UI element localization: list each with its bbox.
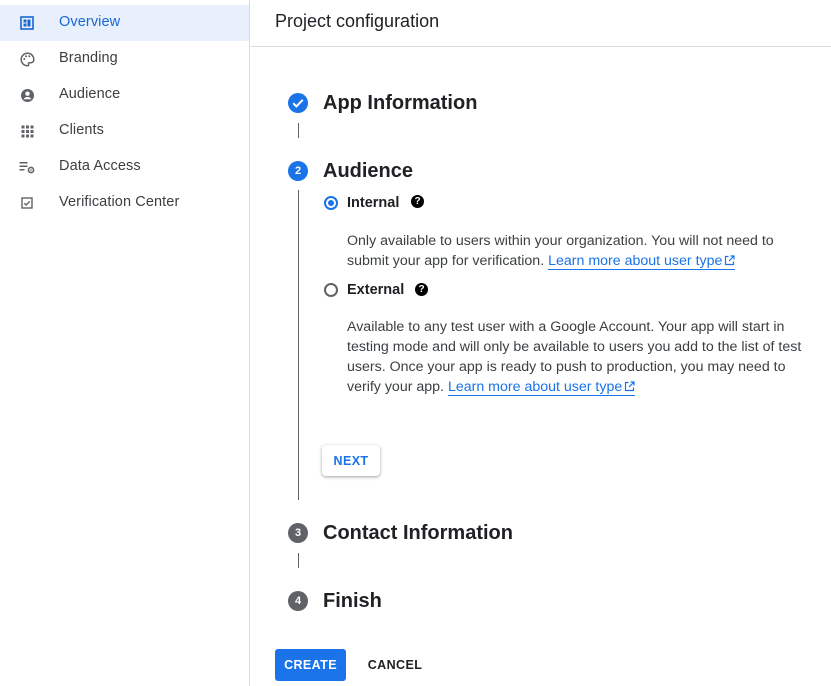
sidebar-item-verification-center[interactable]: Verification Center	[0, 185, 249, 221]
step-title-contact-information[interactable]: Contact Information	[323, 522, 513, 545]
radio-external[interactable]	[324, 283, 338, 297]
step-number-badge: 4	[288, 591, 308, 611]
dashboard-icon	[19, 15, 35, 31]
help-icon[interactable]: ?	[411, 195, 424, 208]
sidebar-item-label: Data Access	[59, 158, 141, 174]
sidebar-item-label: Verification Center	[59, 194, 180, 210]
sidebar: Overview Branding Audience Clients Data …	[0, 0, 250, 686]
step-connector	[298, 190, 299, 500]
check-box-icon	[19, 195, 35, 211]
sidebar-item-label: Branding	[59, 50, 118, 66]
learn-more-link[interactable]: Learn more about user type	[447, 379, 636, 396]
open-in-new-icon	[625, 381, 635, 392]
step-title-audience: Audience	[323, 160, 414, 182]
internal-description: Only available to users within your orga…	[347, 231, 817, 271]
sidebar-item-label: Audience	[59, 86, 121, 102]
page-title: Project configuration	[275, 11, 440, 31]
check-circle-icon	[288, 93, 308, 113]
step-connector	[298, 123, 299, 138]
sidebar-item-overview[interactable]: Overview	[0, 5, 249, 41]
radio-label-external[interactable]: External	[347, 282, 404, 298]
open-in-new-icon	[725, 255, 735, 266]
apps-grid-icon	[19, 123, 35, 139]
help-icon[interactable]: ?	[415, 283, 428, 296]
page-header: Project configuration	[251, 0, 831, 47]
external-description: Available to any test user with a Google…	[347, 317, 817, 397]
create-button[interactable]: CREATE	[275, 649, 346, 681]
step-number-badge: 2	[288, 161, 308, 181]
sidebar-item-branding[interactable]: Branding	[0, 41, 249, 77]
sidebar-item-label: Clients	[59, 122, 105, 138]
cancel-button[interactable]: CANCEL	[360, 649, 430, 681]
step-title-app-information[interactable]: App Information	[323, 92, 477, 115]
learn-more-link-text: Learn more about user type	[447, 379, 623, 395]
radio-internal[interactable]	[324, 196, 338, 210]
next-button[interactable]: NEXT	[322, 445, 380, 476]
step-number-badge: 3	[288, 523, 308, 543]
palette-icon	[19, 51, 35, 67]
radio-label-internal[interactable]: Internal	[347, 195, 399, 211]
sidebar-item-label: Overview	[59, 14, 121, 30]
sidebar-item-clients[interactable]: Clients	[0, 113, 249, 149]
step-connector	[298, 553, 299, 568]
sidebar-item-data-access[interactable]: Data Access	[0, 149, 249, 185]
sidebar-item-audience[interactable]: Audience	[0, 77, 249, 113]
list-settings-icon	[19, 159, 35, 175]
step-title-finish[interactable]: Finish	[323, 590, 382, 613]
account-circle-icon	[19, 87, 35, 103]
learn-more-link[interactable]: Learn more about user type	[548, 253, 736, 270]
learn-more-link-text: Learn more about user type	[548, 253, 723, 269]
